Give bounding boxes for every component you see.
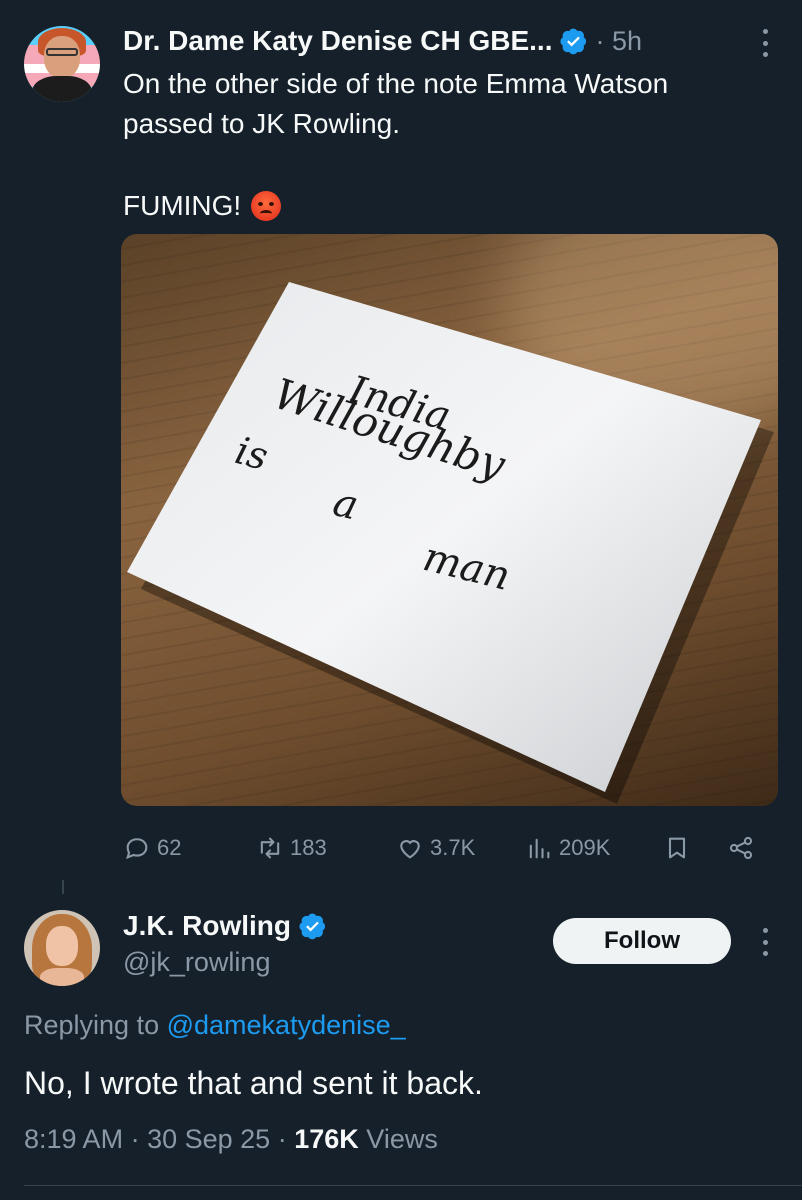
avatar-face: [46, 926, 78, 966]
angry-face-icon: [251, 191, 282, 221]
repost-count: 183: [290, 835, 327, 860]
tweet-text-exclaim: FUMING!: [123, 186, 282, 226]
repost-icon: [260, 837, 280, 859]
note-card-illustration: India Willoughby is a man: [127, 282, 774, 804]
views-chart-icon: [529, 838, 550, 859]
reply-views-count: 176K: [294, 1124, 359, 1154]
follow-button[interactable]: Follow: [553, 918, 731, 964]
share-button[interactable]: [727, 828, 755, 868]
original-tweet[interactable]: Dr. Dame Katy Denise CH GBE... · 5h On t…: [0, 0, 802, 880]
reply-header: J.K. Rowling: [123, 910, 326, 942]
heart-icon: [400, 840, 420, 859]
post-time[interactable]: · 5h: [595, 26, 642, 57]
reply-button[interactable]: 62: [123, 828, 181, 868]
reply-date[interactable]: 30 Sep 25: [147, 1124, 270, 1154]
views-count: 209K: [559, 835, 611, 860]
reply-author-avatar[interactable]: [24, 910, 100, 986]
author-avatar[interactable]: [24, 26, 100, 102]
reply-author-name[interactable]: J.K. Rowling: [123, 910, 291, 942]
repost-button[interactable]: 183: [256, 828, 327, 868]
reply-time[interactable]: 8:19 AM: [24, 1124, 123, 1154]
replying-prefix: Replying to: [24, 1010, 160, 1040]
bookmark-icon: [668, 837, 686, 859]
reply-text: No, I wrote that and sent it back.: [24, 1065, 483, 1101]
divider: [24, 1185, 802, 1186]
replying-to: Replying to @damekatydenise_: [24, 1010, 406, 1041]
avatar-face: [44, 36, 80, 78]
reply-count: 62: [157, 835, 182, 860]
bookmark-button[interactable]: [663, 828, 691, 868]
reply-icon: [126, 838, 148, 860]
tweet-text-line: passed to JK Rowling.: [123, 108, 401, 139]
tweet-text: On the other side of the note Emma Watso…: [123, 64, 773, 144]
share-icon: [729, 836, 753, 860]
tweet-photo[interactable]: India Willoughby is a man: [121, 234, 778, 806]
like-count: 3.7K: [430, 835, 476, 860]
like-button[interactable]: 3.7K: [396, 828, 475, 868]
avatar-body: [32, 76, 92, 102]
views-button[interactable]: 209K: [525, 828, 610, 868]
avatar-neck: [40, 968, 84, 986]
reply-tweet[interactable]: J.K. Rowling @jk_rowling Follow Replying…: [0, 880, 802, 1200]
reply-author-handle[interactable]: @jk_rowling: [123, 947, 270, 978]
verified-badge-icon: [299, 913, 326, 939]
tweet-text-line: On the other side of the note Emma Watso…: [123, 68, 669, 99]
more-options-icon[interactable]: [756, 926, 774, 958]
replying-mention-link[interactable]: @damekatydenise_: [167, 1010, 406, 1040]
reply-meta: 8:19 AM · 30 Sep 25 · 176K Views: [24, 1124, 438, 1155]
more-options-icon[interactable]: [756, 26, 774, 60]
verified-badge-icon: [560, 28, 587, 54]
tweet-actions-bar: 62 183 3.7K 209K: [123, 828, 763, 868]
author-name[interactable]: Dr. Dame Katy Denise CH GBE...: [123, 25, 552, 57]
avatar-glasses: [46, 48, 78, 56]
tweet-text-line: FUMING!: [123, 190, 242, 221]
tweet-header: Dr. Dame Katy Denise CH GBE... · 5h: [123, 24, 642, 58]
meta-separator: ·: [277, 1124, 287, 1154]
meta-separator: ·: [130, 1124, 140, 1154]
reply-views-label: Views: [366, 1124, 438, 1154]
